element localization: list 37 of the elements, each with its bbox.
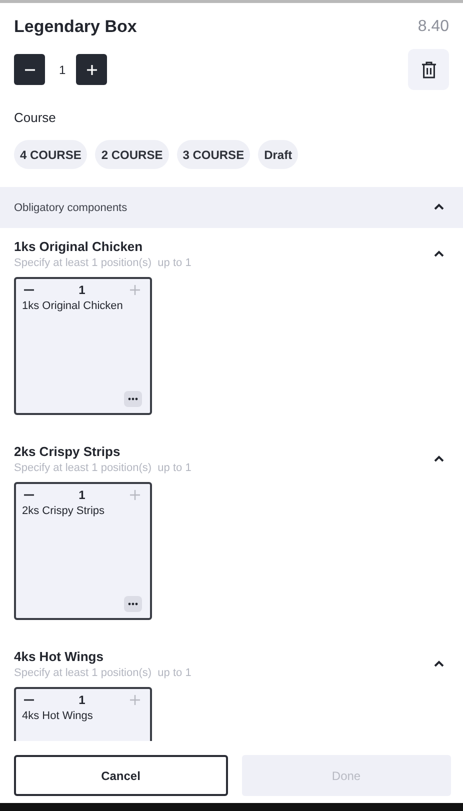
more-button[interactable] [124,596,142,612]
plus-icon [86,64,96,74]
group-title: 4ks Hot Wings [14,648,104,666]
item-quantity: 1 [78,488,86,502]
section-title: Obligatory components [14,202,128,214]
ellipsis-icon [128,397,138,401]
cancel-button[interactable]: Cancel [14,755,228,796]
course-chip[interactable]: 3 COURSE [176,140,250,169]
trash-icon [420,60,436,78]
item-quantity: 1 [78,283,86,297]
plus-icon [130,695,140,705]
item-name: 2ks Crispy Strips [22,505,106,517]
group-hint: Specify at least 1 position(s) up to 1 [14,666,192,681]
component-card[interactable]: 1 2ks Crispy Strips [14,482,152,620]
component-card[interactable]: 1 1ks Original Chicken [14,277,152,415]
group-title: 1ks Original Chicken [14,238,144,256]
component-card[interactable]: 1 4ks Hot Wings [14,687,152,741]
item-name: 4ks Hot Wings [22,710,94,722]
decrease-button[interactable] [14,54,45,85]
group-hint: Specify at least 1 position(s) up to 1 [14,461,192,476]
course-label: Course [14,110,57,125]
group-hint: Specify at least 1 position(s) up to 1 [14,256,192,271]
product-title: Legendary Box [14,17,137,37]
course-chip[interactable]: 2 COURSE [95,140,169,169]
product-price: 8.40 [418,18,449,36]
item-quantity: 1 [78,693,86,707]
plus-icon [130,285,140,295]
group-title: 2ks Crispy Strips [14,443,122,461]
course-chip[interactable]: 4 COURSE [14,140,88,169]
more-button[interactable] [124,391,142,407]
section-header[interactable]: Obligatory components [0,187,463,228]
plus-icon [130,490,140,500]
course-chip[interactable]: Draft [258,140,298,169]
ellipsis-icon [128,602,138,606]
delete-button[interactable] [408,49,449,90]
item-name: 1ks Original Chicken [22,300,124,312]
increase-button[interactable] [76,54,107,85]
